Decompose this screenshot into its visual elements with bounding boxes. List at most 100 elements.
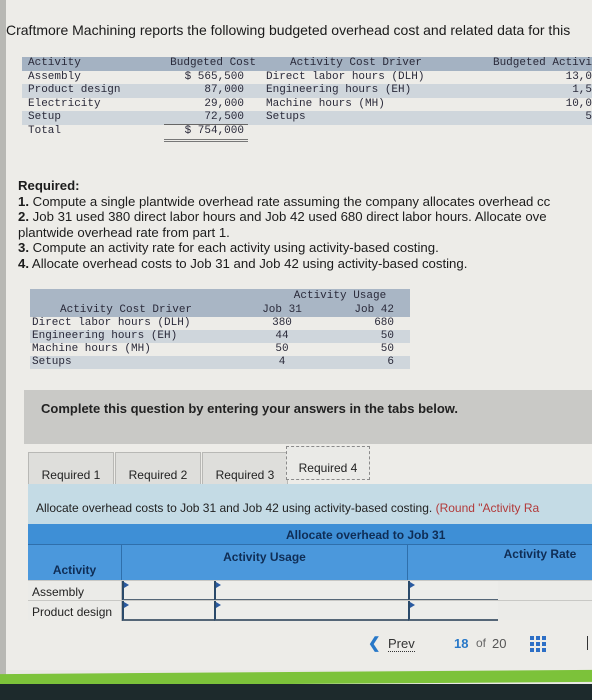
prev-button[interactable]: Prev: [388, 636, 415, 652]
job31-usage: 44: [275, 330, 289, 342]
table-row: Product design 87,000 Engineering hours …: [22, 84, 592, 98]
tab-required-1[interactable]: Required 1: [28, 452, 114, 486]
header-activity-rate: Activity Rate: [503, 547, 577, 561]
header-budgeted-cost: Budgeted Cost: [170, 57, 256, 69]
total-double-rule: [164, 138, 248, 142]
item-text: Job 31 used 380 direct labor hours and J…: [29, 209, 547, 224]
current-question-number: 18: [454, 636, 469, 651]
item-text: Compute a single plantwide overhead rate…: [29, 193, 551, 209]
intro-text: Craftmore Machining reports the followin…: [6, 22, 571, 38]
item-text: Allocate overhead costs to Job 31 and Jo…: [29, 255, 468, 271]
header-activity: Activity: [28, 545, 122, 581]
budgeted-activity: 1,5: [572, 84, 592, 96]
activity-label: Product design: [32, 601, 122, 621]
table-row: Setup 72,500 Setups 5: [22, 111, 592, 125]
next-button-edge[interactable]: [587, 636, 590, 650]
activity-cost: 29,000: [204, 97, 244, 110]
required-item: 4. Allocate overhead costs to Job 31 and…: [18, 256, 592, 272]
total-label: Total: [28, 124, 62, 137]
usage-quantity-input[interactable]: [122, 581, 214, 601]
job42-usage: 680: [374, 317, 394, 329]
activity-name: Product design: [28, 84, 121, 96]
activity-cost: 87,000: [204, 84, 244, 96]
overhead-cost-table: Activity Budgeted Cost Activity Cost Dri…: [22, 57, 592, 142]
usage-unit-select[interactable]: [214, 581, 408, 601]
tab-required-3[interactable]: Required 3: [202, 452, 288, 486]
tab-required-2[interactable]: Required 2: [115, 452, 201, 486]
table-row: Assembly $ 565,500 Direct labor hours (D…: [22, 71, 592, 85]
required-item: 3. Compute an activity rate for each act…: [18, 240, 592, 256]
required-item: 2. Job 31 used 380 direct labor hours an…: [18, 209, 592, 225]
screen-bezel: [0, 684, 592, 700]
usage-group-header-row: Activity Usage: [30, 289, 410, 304]
item-text: Compute an activity rate for each activi…: [29, 240, 439, 255]
table-row: Setups 4 6: [30, 356, 410, 369]
table-row: Engineering hours (EH) 44 50: [30, 330, 410, 343]
tab-required-4[interactable]: Required 4: [286, 446, 370, 480]
item-text: plantwide overhead rate from part 1.: [18, 224, 230, 240]
activity-rate-input[interactable]: [408, 581, 498, 601]
allocation-table-job31: Allocate overhead to Job 31 Activity Act…: [28, 524, 592, 621]
driver-name: Machine hours (MH): [32, 343, 151, 355]
table-row: Machine hours (MH) 50 50: [30, 343, 410, 356]
allocation-title-row: Allocate overhead to Job 31: [28, 524, 592, 544]
table-row: Product design: [28, 600, 592, 621]
usage-quantity-input[interactable]: [122, 601, 214, 621]
question-navigation: ❮ Prev 18 of 20: [360, 632, 592, 656]
table-row: Assembly: [28, 580, 592, 601]
header-job31: Job 31: [262, 304, 302, 316]
activity-driver: Direct labor hours (DLH): [266, 70, 425, 83]
total-cost: $ 754,000: [184, 124, 244, 137]
header-cost-driver: Activity Cost Driver: [290, 57, 423, 69]
activity-driver: Machine hours (MH): [266, 97, 385, 110]
driver-name: Direct labor hours (DLH): [32, 317, 191, 329]
job42-usage: 50: [380, 330, 394, 342]
driver-name: Engineering hours (EH): [32, 330, 178, 342]
header-job42: Job 42: [354, 304, 394, 316]
header-activity-usage: Activity Usage: [122, 545, 408, 581]
required-tabs: Required 1 Required 2 Required 3 Require…: [28, 446, 592, 486]
activity-driver: Engineering hours (EH): [266, 84, 412, 96]
header-budgeted-activity: Budgeted Activi: [492, 57, 592, 69]
activity-name: Assembly: [28, 70, 81, 83]
total-row: Total $ 754,000: [22, 124, 592, 142]
job42-usage: 50: [380, 343, 394, 355]
usage-header-row: Activity Cost Driver Job 31 Job 42: [30, 303, 410, 317]
panel-instruction-text: Allocate overhead costs to Job 31 and Jo…: [36, 501, 436, 515]
item-number: 1.: [18, 193, 29, 209]
total-questions: 20: [492, 636, 507, 651]
budgeted-activity: 13,0: [565, 70, 592, 83]
required-heading: Required:: [18, 178, 80, 193]
grid-icon[interactable]: [530, 636, 546, 652]
job31-usage: 380: [272, 317, 292, 329]
budgeted-activity: 5: [585, 111, 592, 123]
header-cost-driver: Activity Cost Driver: [60, 304, 193, 316]
activity-label: Assembly: [32, 581, 122, 601]
usage-unit-select[interactable]: [214, 601, 408, 621]
activity-rate-input[interactable]: [408, 601, 498, 621]
activity-cost: $ 565,500: [184, 70, 244, 83]
job31-usage: 4: [278, 356, 286, 368]
panel-instruction-bar: Allocate overhead costs to Job 31 and Jo…: [28, 484, 592, 524]
instructions-banner: Complete this question by entering your …: [24, 390, 592, 444]
required-section: Required: 1. Compute a single plantwide …: [18, 178, 592, 271]
header-activity: Activity: [28, 57, 81, 69]
of-label: of: [476, 636, 487, 650]
chevron-left-icon[interactable]: ❮: [368, 634, 381, 652]
item-number: 4.: [18, 255, 29, 271]
table-header-row: Activity Budgeted Cost Activity Cost Dri…: [22, 57, 592, 71]
table-row: Direct labor hours (DLH) 380 680: [30, 317, 410, 330]
activity-name: Setup: [28, 111, 62, 123]
activity-name: Electricity: [28, 97, 101, 110]
activity-driver: Setups: [266, 111, 306, 123]
job31-usage: 50: [275, 343, 289, 355]
allocation-header-row: Activity Activity Usage Activity Rate: [28, 544, 592, 581]
job42-usage: 6: [387, 356, 394, 368]
budgeted-activity: 10,0: [565, 97, 592, 110]
table-row: Electricity 29,000 Machine hours (MH) 10…: [22, 98, 592, 112]
header-activity-usage: Activity Usage: [272, 289, 408, 304]
required-item: 1. Compute a single plantwide overhead r…: [18, 194, 592, 210]
item-number: 2.: [18, 209, 29, 224]
driver-name: Setups: [32, 356, 72, 368]
allocation-title: Allocate overhead to Job 31: [286, 528, 446, 542]
